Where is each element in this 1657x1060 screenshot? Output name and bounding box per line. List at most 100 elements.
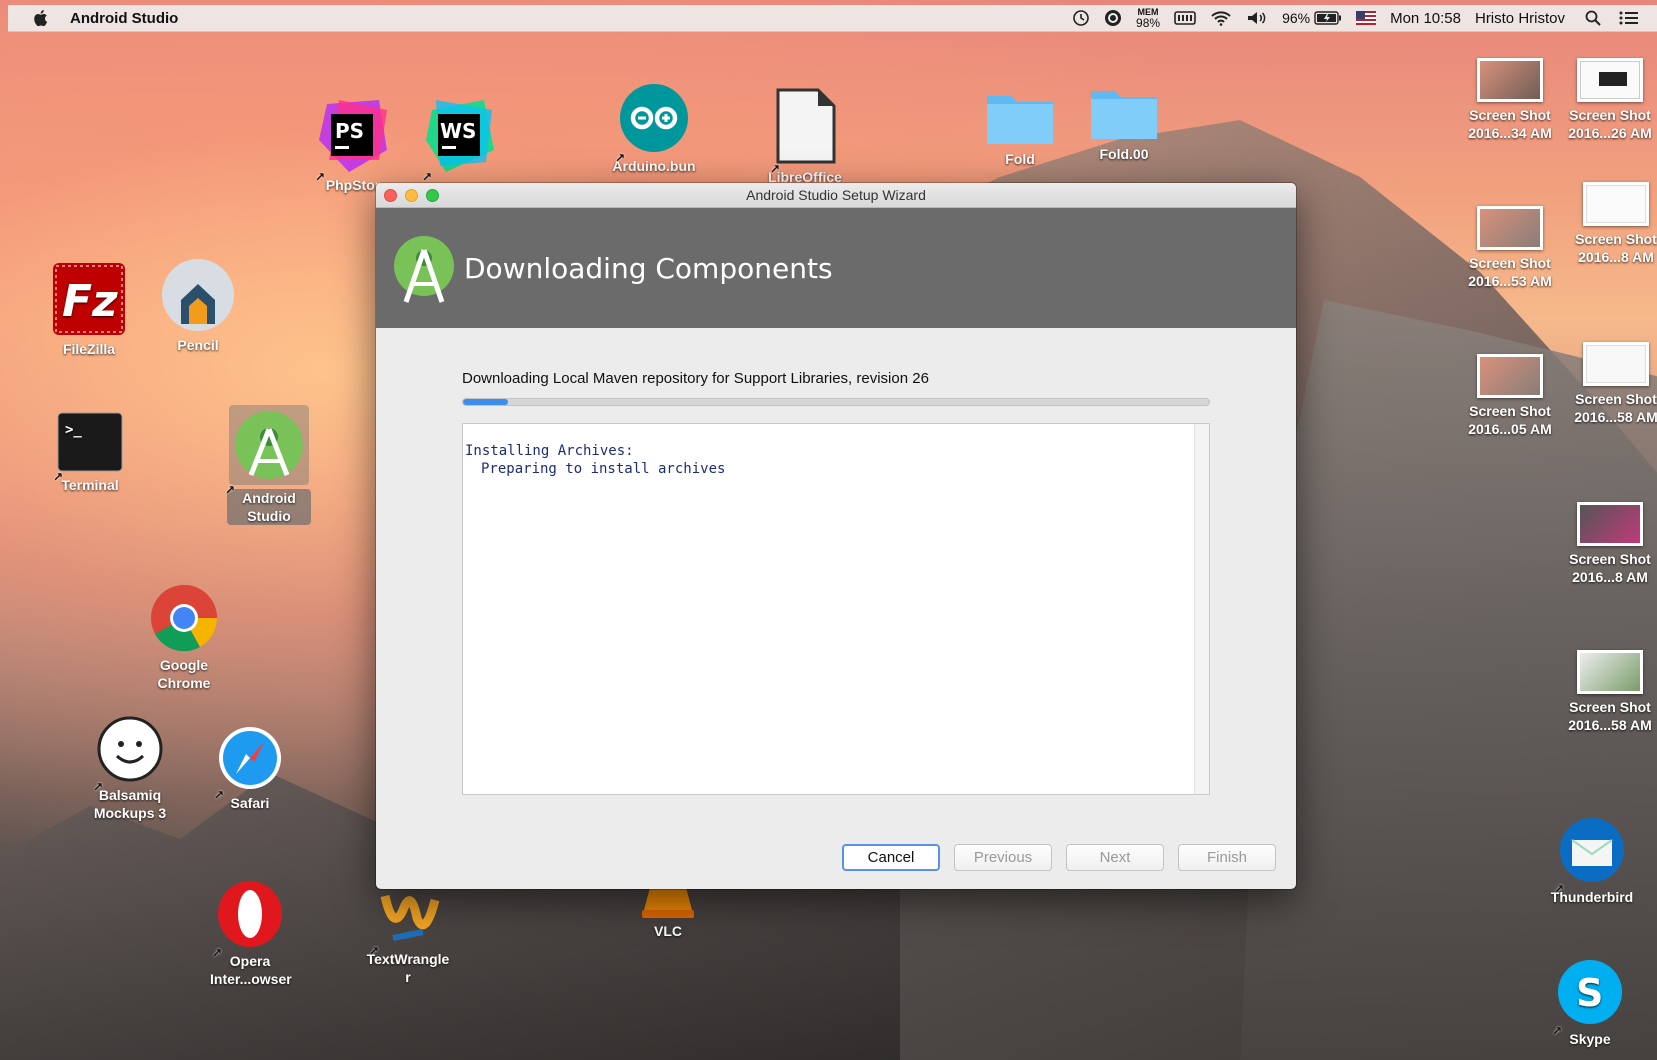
battery-percentage[interactable]: 96% [1282, 5, 1310, 31]
spotlight-search-icon[interactable] [1585, 5, 1601, 31]
wizard-button-row: Cancel Previous Next Finish [842, 844, 1276, 871]
log-line: Installing Archives: [465, 443, 634, 459]
arduino-icon: ↗ [615, 83, 689, 165]
wizard-heading: Downloading Components [464, 251, 833, 285]
volume-icon[interactable] [1246, 5, 1268, 31]
chrome-desktop-icon[interactable]: Google Chrome [140, 584, 228, 692]
phpstorm-icon: PS ↗ [315, 100, 387, 184]
screenshot-thumbnail-icon [1577, 58, 1643, 102]
wifi-icon[interactable] [1210, 5, 1232, 31]
alias-arrow-icon: ↗ [225, 483, 236, 497]
phpstorm-desktop-icon[interactable]: PS ↗ PhpStor [312, 100, 394, 194]
screenshot-file-7[interactable]: Screen Shot 2016...8 AM [1560, 502, 1657, 586]
libreoffice-desktop-icon[interactable]: ↗ LibreOffice [760, 88, 850, 182]
alias-arrow-icon: ↗ [369, 944, 380, 958]
opera-label: Opera Inter...owser [210, 953, 292, 987]
apple-menu-icon[interactable] [32, 9, 48, 27]
menu-clock[interactable]: Mon 10:58 [1390, 5, 1461, 31]
screenshot-file-5[interactable]: Screen Shot 2016...05 AM [1460, 354, 1560, 438]
log-line: Preparing to install archives [481, 461, 726, 477]
svg-text:WS: WS [440, 119, 476, 143]
window-titlebar[interactable]: Android Studio Setup Wizard [376, 183, 1296, 208]
safari-desktop-icon[interactable]: ↗ Safari [212, 726, 288, 812]
cancel-button[interactable]: Cancel [842, 844, 940, 871]
balsamiq-desktop-icon[interactable]: ↗ Balsamiq Mockups 3 [88, 716, 172, 822]
setup-wizard-window: Android Studio Setup Wizard Downloading … [376, 183, 1296, 889]
pencil-label: Pencil [177, 337, 219, 353]
vlc-desktop-icon[interactable]: VLC [636, 880, 700, 940]
screenshot-thumbnail-icon [1583, 182, 1649, 226]
previous-button[interactable]: Previous [954, 844, 1052, 871]
user-name[interactable]: Hristo Hristov [1475, 5, 1565, 31]
folder-fold00-desktop-icon[interactable]: Fold.00 [1084, 83, 1164, 163]
folder-icon [985, 88, 1055, 146]
screenshot-label: Screen Shot [1469, 403, 1551, 419]
battery-icon[interactable] [1314, 5, 1342, 31]
screenshot-label: 2016...05 AM [1468, 421, 1552, 437]
svg-text:S: S [1576, 971, 1603, 1015]
filezilla-desktop-icon[interactable]: Fz FileZilla [48, 262, 130, 358]
notification-center-icon[interactable] [1619, 5, 1639, 31]
textwrangler-desktop-icon[interactable]: ↗ TextWrangler [362, 876, 454, 986]
screenshot-label: Screen Shot [1469, 107, 1551, 123]
screenshot-file-4[interactable]: Screen Shot 2016...8 AM [1566, 182, 1657, 266]
zoom-window-button[interactable] [426, 189, 439, 202]
folder-fold-label: Fold [1005, 151, 1035, 167]
chrome-label: Google Chrome [157, 657, 211, 691]
folder-fold00-label: Fold.00 [1099, 146, 1149, 162]
screenshot-file-8[interactable]: Screen Shot 2016...58 AM [1560, 650, 1657, 734]
screenshot-file-1[interactable]: Screen Shot 2016...34 AM [1460, 58, 1560, 142]
folder-fold-desktop-icon[interactable]: Fold [980, 88, 1060, 168]
memory-value: 98% [1136, 15, 1161, 30]
memory-indicator[interactable]: MEM 98% [1136, 5, 1160, 31]
flag-icon[interactable] [1356, 5, 1377, 31]
cpu-meter-icon[interactable] [1174, 5, 1196, 31]
vpn-icon[interactable] [1104, 5, 1122, 31]
time-machine-icon[interactable] [1072, 5, 1090, 31]
filezilla-icon: Fz [52, 262, 126, 336]
alias-arrow-icon: ↗ [53, 470, 64, 484]
app-menu-name[interactable]: Android Studio [70, 10, 178, 27]
filezilla-label: FileZilla [62, 341, 116, 357]
thunderbird-desktop-icon[interactable]: ↗ Thunderbird [1540, 816, 1644, 906]
screenshot-file-6[interactable]: Screen Shot 2016...58 AM [1566, 342, 1657, 426]
close-window-button[interactable] [384, 189, 397, 202]
alias-arrow-icon: ↗ [315, 170, 326, 184]
chrome-icon [150, 584, 218, 652]
pencil-icon [161, 258, 235, 332]
android-studio-icon: ↗ [225, 405, 309, 497]
webstorm-desktop-icon[interactable]: WS ↗ [420, 100, 500, 184]
screenshot-thumbnail-icon [1477, 58, 1543, 102]
pencil-desktop-icon[interactable]: Pencil [158, 258, 238, 354]
screenshot-label: Screen Shot [1575, 391, 1657, 407]
skype-label: Skype [1569, 1031, 1611, 1047]
safari-icon: ↗ [214, 726, 282, 802]
safari-label: Safari [230, 795, 270, 811]
alias-arrow-icon: ↗ [1552, 1024, 1563, 1038]
arduino-desktop-icon[interactable]: ↗ Arduino.bun [604, 83, 704, 175]
wizard-header: Downloading Components [376, 208, 1296, 328]
log-scrollbar[interactable] [1194, 424, 1209, 794]
minimize-window-button[interactable] [405, 189, 418, 202]
install-log-panel[interactable]: Installing Archives: Preparing to instal… [462, 423, 1210, 795]
next-button[interactable]: Next [1066, 844, 1164, 871]
libreoffice-icon: ↗ [770, 88, 836, 176]
terminal-desktop-icon[interactable]: >_ ↗ Terminal [50, 412, 130, 494]
alias-arrow-icon: ↗ [1554, 882, 1565, 896]
skype-desktop-icon[interactable]: S ↗ Skype [1552, 958, 1628, 1048]
alias-arrow-icon: ↗ [422, 170, 433, 184]
screenshot-label: 2016...34 AM [1468, 125, 1552, 141]
screenshot-thumbnail-icon [1577, 502, 1643, 546]
screenshot-label: 2016...58 AM [1568, 717, 1652, 733]
screenshot-file-2[interactable]: Screen Shot 2016...26 AM [1560, 58, 1657, 142]
download-status-text: Downloading Local Maven repository for S… [462, 370, 929, 387]
android-studio-desktop-icon[interactable]: ↗ Android Studio [225, 405, 311, 525]
folder-icon [1089, 83, 1159, 141]
screenshot-label: Screen Shot [1575, 231, 1657, 247]
screenshot-label: Screen Shot [1569, 551, 1651, 567]
terminal-icon: >_ ↗ [53, 412, 123, 484]
opera-desktop-icon[interactable]: ↗ Opera Inter...owser [206, 880, 294, 988]
finish-button[interactable]: Finish [1178, 844, 1276, 871]
screenshot-file-3[interactable]: Screen Shot 2016...53 AM [1460, 206, 1560, 290]
screenshot-thumbnail-icon [1477, 354, 1543, 398]
